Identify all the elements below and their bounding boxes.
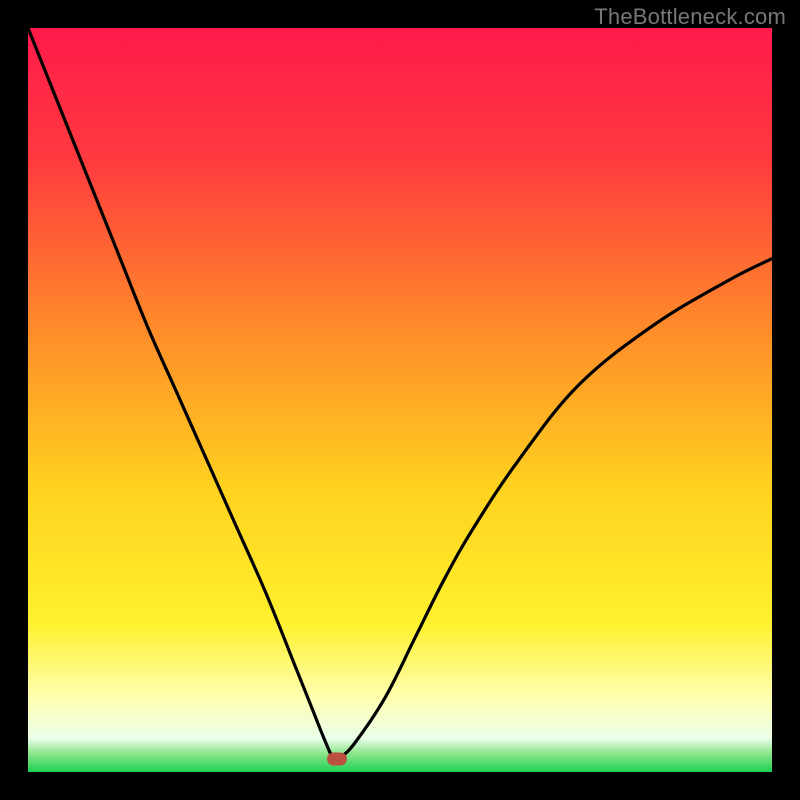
plot-area [28,28,772,772]
bottleneck-curve [28,28,772,772]
curve-minimum-marker [327,752,347,765]
outer-frame: TheBottleneck.com [0,0,800,800]
watermark-text: TheBottleneck.com [594,4,786,30]
